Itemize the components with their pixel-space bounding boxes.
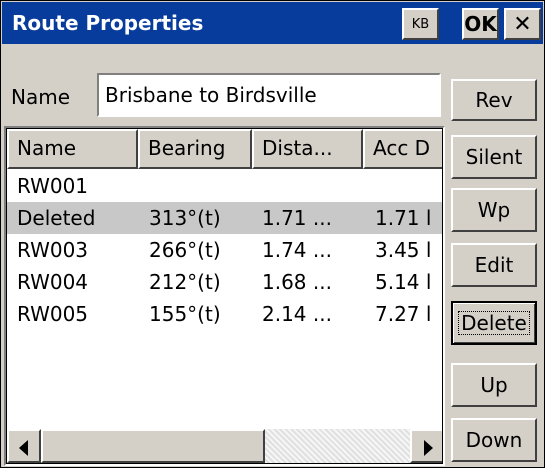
silent-button[interactable]: Silent <box>451 135 537 179</box>
cell-acc-distance: 5.14 l <box>375 270 432 294</box>
column-header-distance[interactable]: Dista... <box>252 129 363 169</box>
right-arrow-icon <box>424 440 433 456</box>
column-header-acc-distance[interactable]: Acc D <box>363 129 442 169</box>
title-bar: Route Properties KB OK ✕ <box>2 2 543 44</box>
cell-bearing: 212°(t) <box>149 270 221 294</box>
reverse-button[interactable]: Rev <box>451 79 537 121</box>
cell-name: Deleted <box>17 206 96 230</box>
close-icon: ✕ <box>513 11 532 37</box>
list-item[interactable]: RW004 212°(t) 1.68 ... 5.14 l <box>7 266 442 298</box>
move-up-button[interactable]: Up <box>451 363 537 407</box>
list-rows: RW001 Deleted 313°(t) 1.71 ... 1.71 l RW… <box>7 170 442 330</box>
cell-name: RW005 <box>17 302 89 326</box>
list-header: Name Bearing Dista... Acc D <box>7 129 442 169</box>
route-properties-window: Route Properties KB OK ✕ Name Name Beari… <box>0 0 545 468</box>
cell-bearing: 155°(t) <box>149 302 221 326</box>
cell-distance: 1.71 ... <box>262 206 332 230</box>
cell-bearing: 266°(t) <box>149 238 221 262</box>
list-item-selected[interactable]: Deleted 313°(t) 1.71 ... 1.71 l <box>7 202 442 234</box>
waypoint-button[interactable]: Wp <box>451 188 537 232</box>
cell-distance: 1.68 ... <box>262 270 332 294</box>
delete-button[interactable]: Delete <box>451 301 537 345</box>
left-arrow-icon <box>19 440 28 456</box>
cell-bearing: 313°(t) <box>149 206 221 230</box>
list-item[interactable]: RW001 <box>7 170 442 202</box>
scroll-left-button[interactable] <box>7 429 41 463</box>
cell-acc-distance: 7.27 l <box>375 302 432 326</box>
ok-button[interactable]: OK <box>462 8 499 40</box>
cell-name: RW001 <box>17 174 89 198</box>
cell-acc-distance: 3.45 l <box>375 238 432 262</box>
scrollbar-thumb[interactable] <box>41 429 265 463</box>
column-header-name[interactable]: Name <box>7 129 138 169</box>
move-down-button[interactable]: Down <box>451 418 537 462</box>
cell-name: RW003 <box>17 238 89 262</box>
waypoint-list[interactable]: Name Bearing Dista... Acc D RW001 Delete… <box>4 126 445 466</box>
column-header-bearing[interactable]: Bearing <box>138 129 252 169</box>
keyboard-button[interactable]: KB <box>402 8 439 40</box>
close-button[interactable]: ✕ <box>504 8 541 40</box>
edit-button[interactable]: Edit <box>451 243 537 287</box>
list-item[interactable]: RW005 155°(t) 2.14 ... 7.27 l <box>7 298 442 330</box>
cell-distance: 1.74 ... <box>262 238 332 262</box>
horizontal-scrollbar[interactable] <box>7 429 442 463</box>
scroll-right-button[interactable] <box>410 429 442 463</box>
cell-acc-distance: 1.71 l <box>375 206 432 230</box>
cell-name: RW004 <box>17 270 89 294</box>
name-label: Name <box>11 85 71 109</box>
list-item[interactable]: RW003 266°(t) 1.74 ... 3.45 l <box>7 234 442 266</box>
route-name-input[interactable] <box>97 73 441 117</box>
cell-distance: 2.14 ... <box>262 302 332 326</box>
window-title: Route Properties <box>12 11 204 35</box>
delete-button-label: Delete <box>458 311 530 335</box>
waypoint-list-inner: Name Bearing Dista... Acc D RW001 Delete… <box>6 128 443 464</box>
